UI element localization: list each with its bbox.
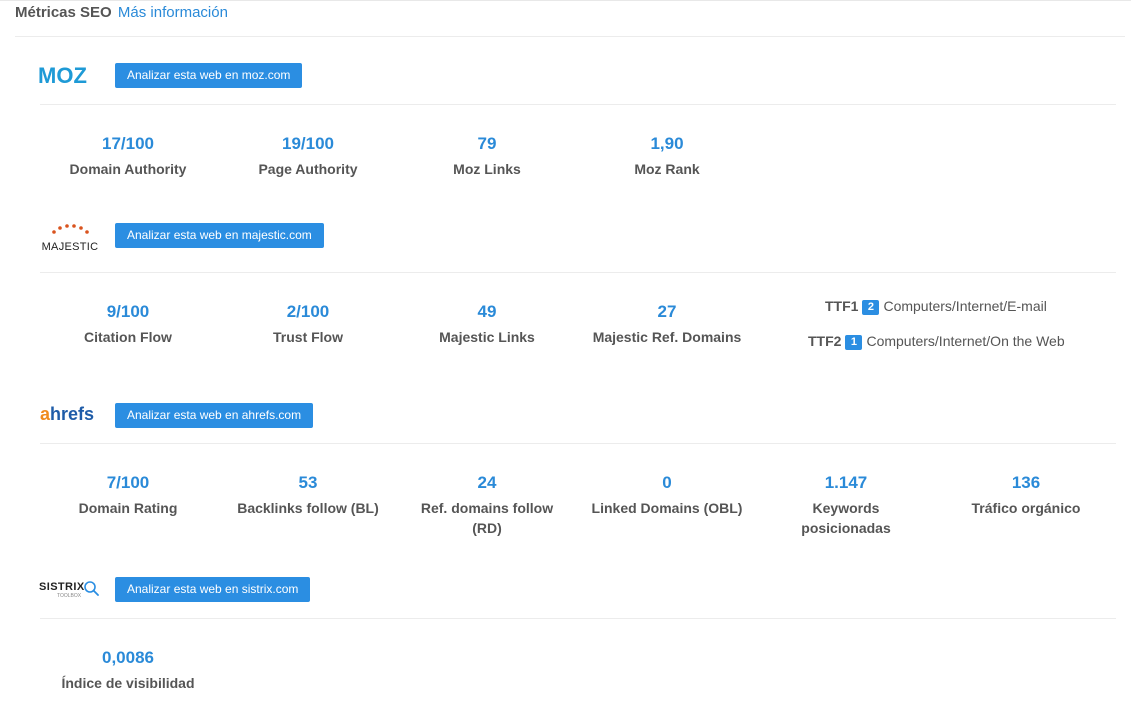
metric-label: Trust Flow xyxy=(273,329,343,345)
metric-label: Keywords posicionadas xyxy=(801,500,891,536)
metric-backlinks-follow: 53 Backlinks follow (BL) xyxy=(218,473,398,518)
metric-label: Page Authority xyxy=(258,161,358,177)
metric-value: 49 xyxy=(477,302,497,321)
ttf-badge: 2 xyxy=(862,300,880,315)
metric-value: 1,90 xyxy=(650,134,684,153)
metric-value: 9/100 xyxy=(106,302,150,321)
metric-value: 17/100 xyxy=(102,134,154,153)
metric-moz-rank: 1,90 Moz Rank xyxy=(577,134,757,179)
metric-trust-flow: 2/100 Trust Flow xyxy=(218,302,398,347)
metric-visibility-index: 0,0086 Índice de visibilidad xyxy=(38,648,218,693)
metric-label: Majestic Ref. Domains xyxy=(592,329,742,345)
metric-label: Domain Authority xyxy=(69,161,187,177)
majestic-logo: MAJESTIC xyxy=(40,222,100,253)
metric-value: 19/100 xyxy=(282,134,334,153)
metric-page-authority: 19/100 Page Authority xyxy=(218,134,398,179)
metric-label: Majestic Links xyxy=(439,329,535,345)
metric-label: Moz Links xyxy=(453,161,521,177)
metric-value: 79 xyxy=(477,134,497,153)
metric-label: Tráfico orgánico xyxy=(971,500,1081,516)
metric-value: 1.147 xyxy=(824,473,868,492)
analyze-moz-button[interactable]: Analizar esta web en moz.com xyxy=(115,63,303,88)
divider xyxy=(15,36,1125,37)
analyze-ahrefs-button[interactable]: Analizar esta web en ahrefs.com xyxy=(115,403,314,428)
metric-citation-flow: 9/100 Citation Flow xyxy=(38,302,218,347)
ttf-badge: 1 xyxy=(845,335,863,350)
ttf-key: TTF1 xyxy=(825,298,859,314)
divider xyxy=(40,618,1116,619)
metric-value: 24 xyxy=(477,473,497,492)
metric-majestic-ref-domains: 27 Majestic Ref. Domains xyxy=(577,302,757,347)
moz-logo: MOZ xyxy=(38,63,87,88)
metric-keywords: 1.147 Keywords posicionadas xyxy=(756,473,936,538)
divider xyxy=(40,272,1116,273)
more-info-link[interactable]: Más información xyxy=(118,4,228,21)
majestic-stars-icon xyxy=(52,224,89,234)
metric-label: Índice de visibilidad xyxy=(61,675,195,691)
metric-label: Moz Rank xyxy=(634,161,700,177)
metric-value: 136 xyxy=(1011,473,1041,492)
metric-organic-traffic: 136 Tráfico orgánico xyxy=(936,473,1116,518)
magnifier-icon xyxy=(84,581,99,596)
metric-label: Backlinks follow (BL) xyxy=(237,500,379,516)
ttf-topic: Computers/Internet/On the Web xyxy=(866,333,1065,349)
ttf-topic: Computers/Internet/E-mail xyxy=(883,298,1047,314)
metric-value: 2/100 xyxy=(286,302,330,321)
metric-linked-domains: 0 Linked Domains (OBL) xyxy=(577,473,757,518)
ttf1-row: TTF1 2 Computers/Internet/E-mail xyxy=(825,298,1047,315)
metric-domain-authority: 17/100 Domain Authority xyxy=(38,134,218,179)
ttf-key: TTF2 xyxy=(808,333,842,349)
metric-value: 53 xyxy=(298,473,318,492)
metric-label: Citation Flow xyxy=(84,329,172,345)
metric-label: Ref. domains follow (RD) xyxy=(420,500,554,536)
metric-value: 7/100 xyxy=(106,473,150,492)
page-title: Métricas SEO xyxy=(15,4,112,21)
divider xyxy=(40,104,1116,105)
ahrefs-logo: ahrefs xyxy=(40,404,95,424)
divider xyxy=(40,443,1116,444)
analyze-majestic-button[interactable]: Analizar esta web en majestic.com xyxy=(115,223,324,248)
metric-domain-rating: 7/100 Domain Rating xyxy=(38,473,218,518)
ttf2-row: TTF2 1 Computers/Internet/On the Web xyxy=(808,333,1065,350)
section-header: Métricas SEO Más información xyxy=(15,4,228,21)
analyze-sistrix-button[interactable]: Analizar esta web en sistrix.com xyxy=(115,577,311,602)
metric-majestic-links: 49 Majestic Links xyxy=(397,302,577,347)
metric-label: Linked Domains (OBL) xyxy=(591,500,743,516)
metric-label: Domain Rating xyxy=(78,500,178,516)
sistrix-logo: SISTRIX TOOLBOX xyxy=(39,579,101,601)
metric-value: 0,0086 xyxy=(102,648,154,667)
metric-value: 27 xyxy=(657,302,677,321)
top-border xyxy=(0,0,1131,1)
metric-value: 0 xyxy=(662,473,672,492)
metric-moz-links: 79 Moz Links xyxy=(397,134,577,179)
metric-ref-domains-follow: 24 Ref. domains follow (RD) xyxy=(397,473,577,538)
